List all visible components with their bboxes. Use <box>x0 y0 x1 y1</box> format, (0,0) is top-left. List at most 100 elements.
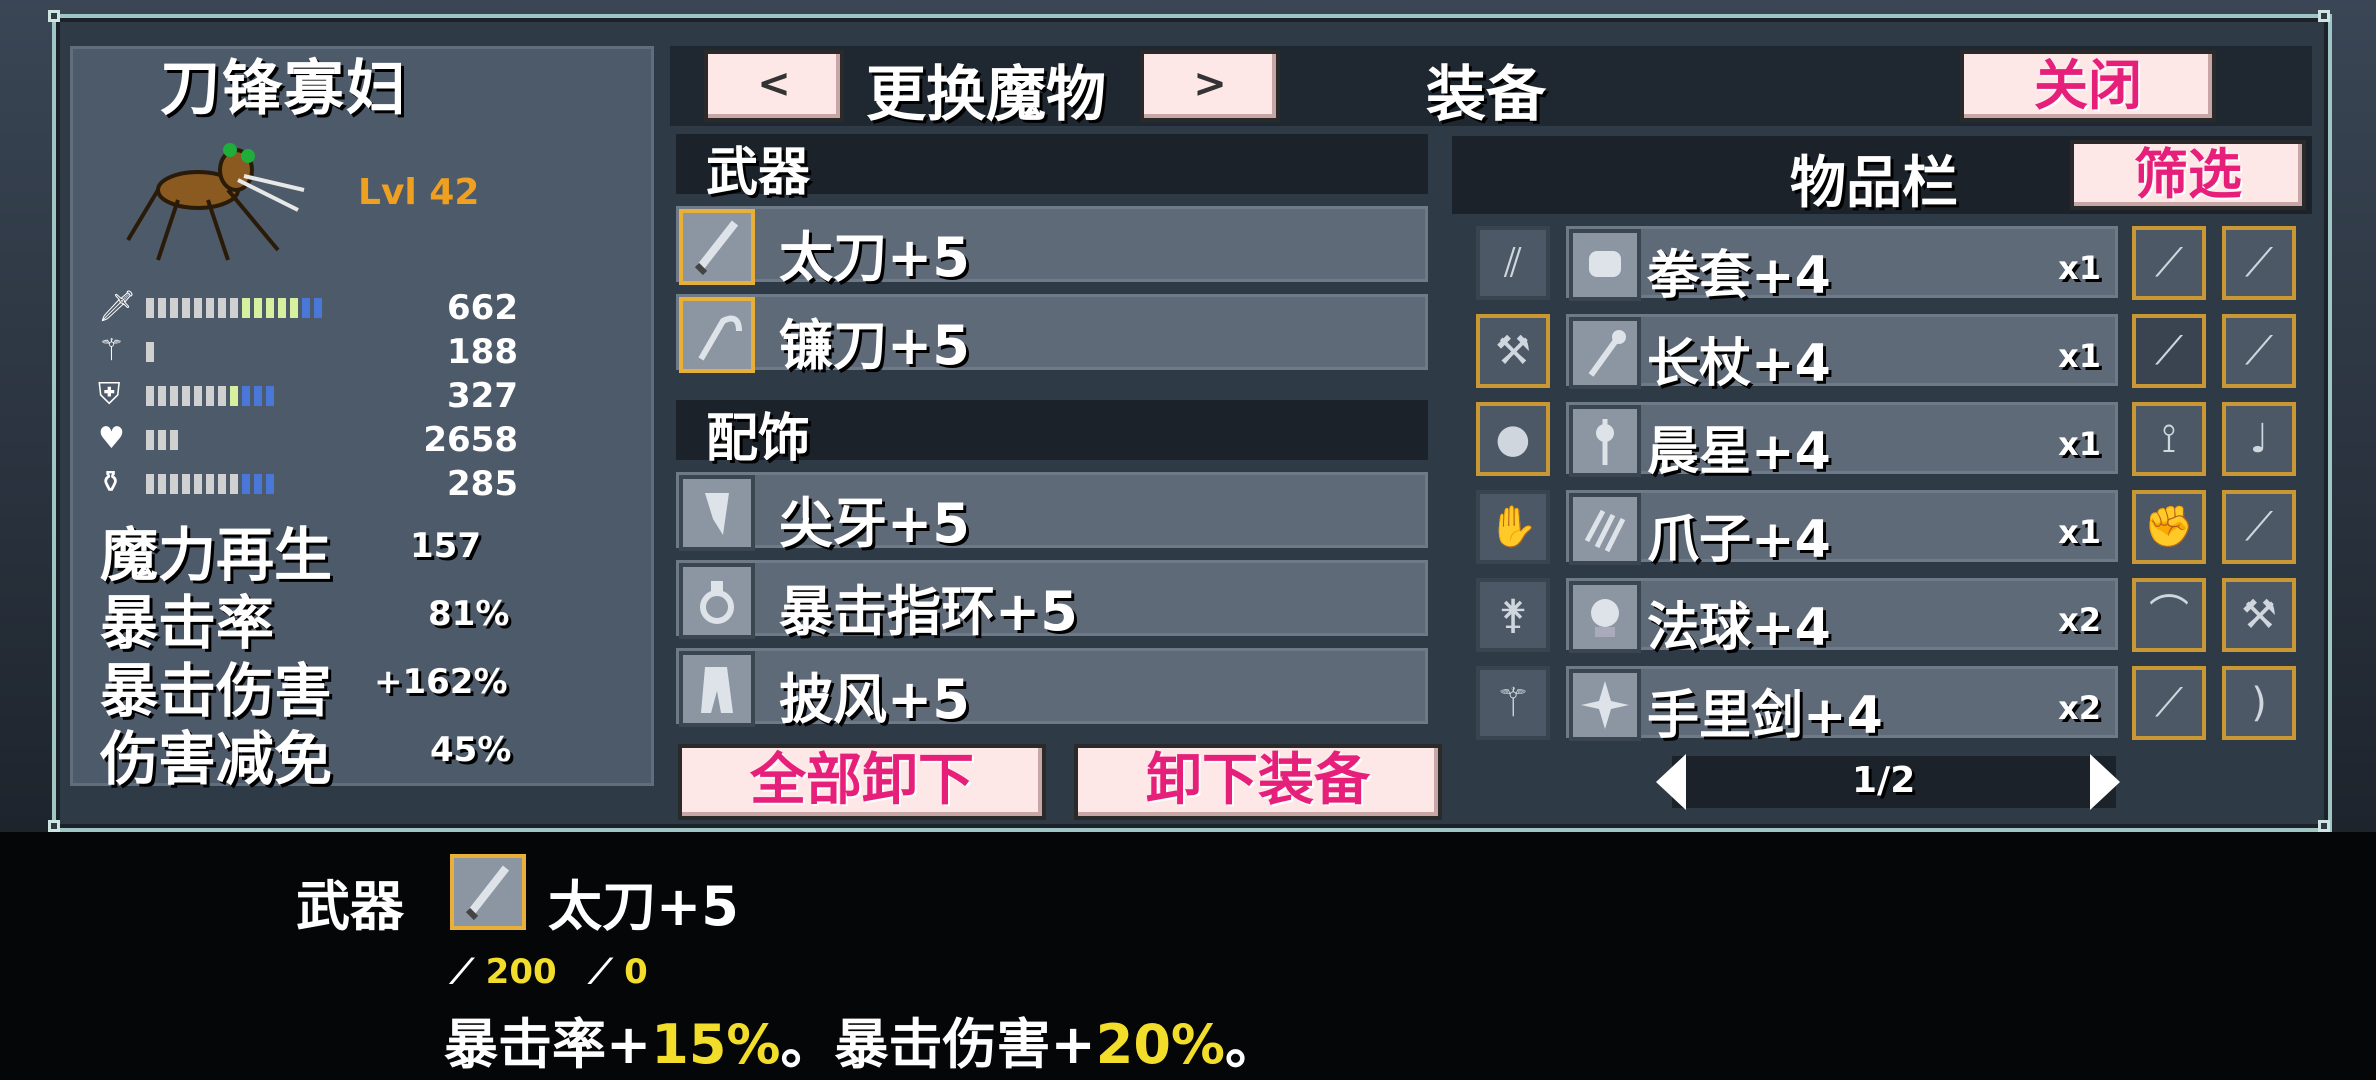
stat-magic: ⚚ 188 <box>98 332 518 372</box>
staff-icon <box>1569 317 1641 389</box>
panel-corner <box>48 820 60 832</box>
panel-corner <box>2318 10 2330 22</box>
inventory-slot[interactable]: ⚚ <box>1476 666 1550 740</box>
equipped-accessory-slot[interactable]: 暴击指环+5 <box>676 560 1428 643</box>
equipped-accessory-slot[interactable]: 尖牙+5 <box>676 472 1428 555</box>
desc-text: 暴击率+ <box>444 1013 652 1076</box>
katana-icon <box>679 209 755 285</box>
spear-icon: ⟋ <box>2245 328 2273 374</box>
inventory-item-row[interactable]: 晨星+4 x1 <box>1566 402 2118 482</box>
inventory-slot[interactable]: ⟋ <box>2222 226 2296 300</box>
prev-monster-button[interactable]: < <box>704 50 844 122</box>
dagger-icon: ⟋ <box>2155 240 2183 286</box>
page-prev-icon[interactable] <box>1656 754 1686 810</box>
sword-icon: ⟋ <box>2245 240 2273 286</box>
page-next-icon[interactable] <box>2090 754 2120 810</box>
filter-button[interactable]: 筛选 <box>2070 140 2306 210</box>
morningstar-icon <box>1569 405 1641 477</box>
fang-icon <box>679 475 755 551</box>
stat-bar <box>146 342 154 362</box>
inventory-item-row[interactable]: 拳套+4 x1 <box>1566 226 2118 306</box>
inventory-item-label: 手里剑+4 <box>1647 686 1883 746</box>
desc-value: 20% <box>1095 1013 1226 1076</box>
detail-mag: 0 <box>624 952 648 992</box>
potion-icon: ⚱ <box>98 465 124 500</box>
sword-icon: 🗡 <box>98 289 137 324</box>
inventory-slot[interactable]: ✊ <box>2132 490 2206 564</box>
accessory-section-title: 配饰 <box>706 409 811 469</box>
stat-attack: 🗡 662 <box>98 288 518 328</box>
page-indicator: 1/2 <box>1852 760 1916 801</box>
inventory-slot[interactable]: ⟟ <box>2132 402 2206 476</box>
close-button[interactable]: 关闭 <box>1960 50 2216 122</box>
inventory-item-label: 长杖+4 <box>1647 334 1831 394</box>
axe-icon: ⚒ <box>1495 328 1531 374</box>
stat-value: 2658 <box>423 420 518 460</box>
rod-icon: ⟋ <box>2245 504 2273 550</box>
stat-bar <box>146 474 274 494</box>
attr-label: 伤害减免 <box>100 725 333 793</box>
inventory-slot[interactable]: ) <box>2222 666 2296 740</box>
inventory-item-label: 爪子+4 <box>1647 510 1831 570</box>
equipped-weapon-slot[interactable]: 镰刀+5 <box>676 294 1428 377</box>
hammer-icon: ⚒ <box>2241 592 2277 638</box>
inventory-item-qty: x1 <box>2058 425 2101 463</box>
claw-glyph-icon: ⫽ <box>1504 240 1522 286</box>
desc-value: 15% <box>651 1013 781 1076</box>
crit-ring-icon <box>679 563 755 639</box>
stat-value: 188 <box>447 332 518 372</box>
unequip-button[interactable]: 卸下装备 <box>1074 744 1442 820</box>
inventory-slot[interactable]: ♩ <box>2222 402 2296 476</box>
detail-description: 暴击率+15%。暴击伤害+20%。 <box>444 1000 1279 1079</box>
stat-value: 327 <box>447 376 518 416</box>
inventory-slot[interactable]: ⚵ <box>1476 578 1550 652</box>
knife-icon: ⟋ <box>2155 680 2183 726</box>
wand-icon: ⚚ <box>1495 680 1531 726</box>
inventory-slot[interactable]: ⟋ <box>2132 666 2206 740</box>
inventory-item-label: 拳套+4 <box>1647 246 1831 306</box>
inventory-slot[interactable]: ⌒ <box>2132 578 2206 652</box>
inventory-item-label: 法球+4 <box>1647 598 1831 658</box>
scythe-icon: ⟟ <box>2161 416 2177 462</box>
equipped-weapon-slot[interactable]: 太刀+5 <box>676 206 1428 289</box>
desc-text: 。暴击伤害+ <box>780 1013 1096 1076</box>
heart-icon: ♥ <box>98 421 125 456</box>
equipped-accessory-slot[interactable]: 披风+5 <box>676 648 1428 731</box>
inventory-slot[interactable]: ✋ <box>1476 490 1550 564</box>
inventory-item-row[interactable]: 法球+4 x2 <box>1566 578 2118 658</box>
desc-text: 。 <box>1225 1013 1280 1076</box>
next-monster-button[interactable]: > <box>1140 50 1280 122</box>
lute-icon: ♩ <box>2249 416 2269 462</box>
horn-icon: ⌒ <box>2149 592 2189 638</box>
attr-value: 81% <box>428 594 510 634</box>
inventory-slot[interactable]: ⚒ <box>2222 578 2296 652</box>
glove-icon: ✋ <box>1488 504 1538 550</box>
detail-category: 武器 <box>296 875 404 938</box>
inventory-slot[interactable]: ⟋ <box>2132 226 2206 300</box>
inventory-item-row[interactable]: 爪子+4 x1 <box>1566 490 2118 570</box>
inventory-slot[interactable]: ● <box>1476 402 1550 476</box>
attr-value: 157 <box>410 526 481 566</box>
katana-icon <box>450 854 526 930</box>
unequip-all-button[interactable]: 全部卸下 <box>678 744 1046 820</box>
inventory-item-qty: x2 <box>2058 689 2101 727</box>
inventory-slot[interactable]: ⟋ <box>2222 490 2296 564</box>
inventory-slot[interactable]: ⚒ <box>1476 314 1550 388</box>
stat-value: 662 <box>447 288 518 328</box>
equipped-item-label: 镰刀+5 <box>779 314 970 377</box>
attr-value: +162% <box>374 662 508 702</box>
inventory-item-qty: x2 <box>2058 601 2101 639</box>
inventory-item-qty: x1 <box>2058 513 2101 551</box>
inventory-slot[interactable]: ⟋ <box>2222 314 2296 388</box>
inventory-slot[interactable]: ⫽ <box>1476 226 1550 300</box>
inventory-item-qty: x1 <box>2058 337 2101 375</box>
inventory-item-row[interactable]: 手里剑+4 x2 <box>1566 666 2118 746</box>
detail-atk: 200 <box>485 952 557 992</box>
inventory-slot[interactable]: ⟋ <box>2132 314 2206 388</box>
weapon-section-title: 武器 <box>706 143 811 203</box>
wand-icon: ⟋ <box>588 952 613 992</box>
inventory-item-row[interactable]: 长杖+4 x1 <box>1566 314 2118 394</box>
monster-portrait <box>126 143 305 261</box>
fist-icon <box>1569 229 1641 301</box>
change-monster-label: 更换魔物 <box>866 60 1106 130</box>
